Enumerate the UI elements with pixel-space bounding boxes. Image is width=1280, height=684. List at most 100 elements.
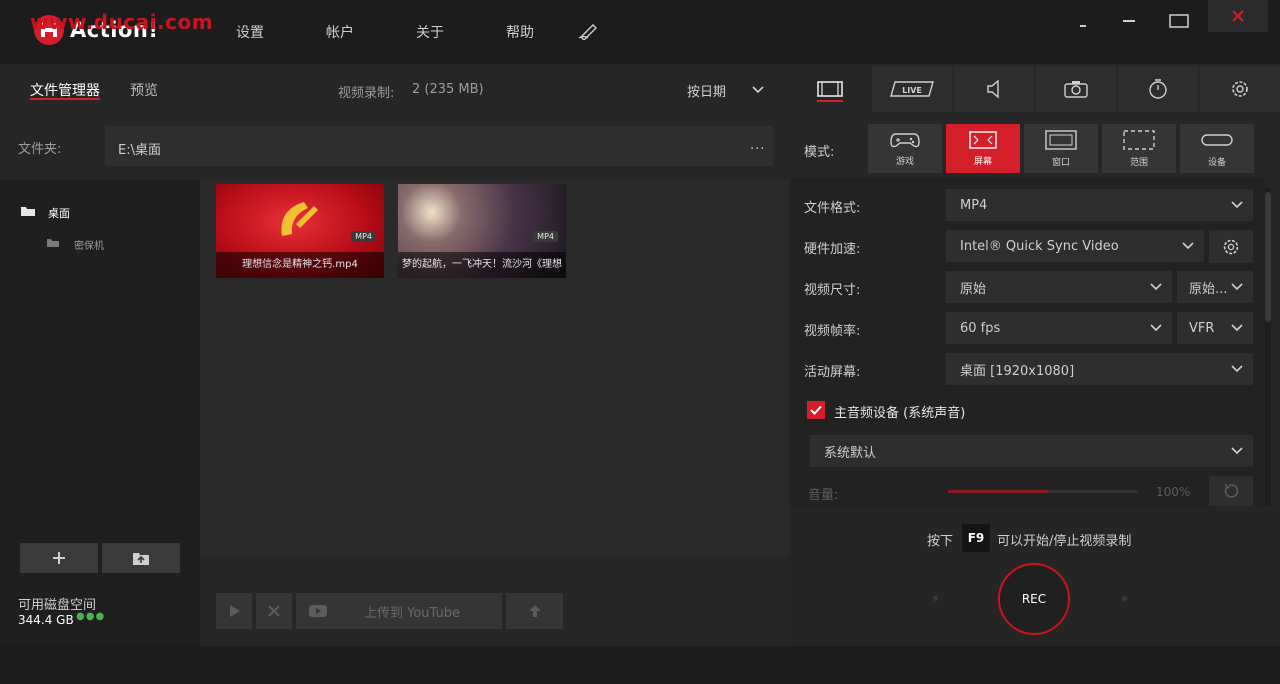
format-label: 文件格式:: [804, 201, 861, 216]
fps-select[interactable]: 60 fps: [946, 312, 1172, 344]
volume-label: 音量:: [808, 488, 839, 503]
tab-audio[interactable]: [954, 66, 1034, 112]
pen-icon[interactable]: [578, 22, 600, 40]
format-badge: MP4: [351, 231, 376, 242]
video-scale-select[interactable]: 原始...: [1177, 271, 1253, 303]
restore-button[interactable]: [1162, 8, 1196, 34]
mode-game-label: 游戏: [895, 157, 914, 167]
chevron-down-icon: [1182, 242, 1194, 250]
video-thumbnail[interactable]: MP4 理想信念是精神之钙.mp4: [216, 184, 384, 278]
hw-settings-button[interactable]: [1209, 230, 1253, 263]
tab-timer[interactable]: [1118, 66, 1198, 112]
scrollbar-thumb[interactable]: [1265, 192, 1271, 322]
play-icon: [230, 605, 240, 617]
delete-button[interactable]: [256, 593, 292, 629]
menu-about[interactable]: 关于: [416, 22, 444, 42]
fps-value: 60 fps: [960, 320, 1001, 336]
device-icon: [1201, 134, 1233, 146]
upload-icon: [528, 605, 541, 617]
hw-accel-select[interactable]: Intel® Quick Sync Video: [946, 230, 1204, 262]
active-tab-indicator: [817, 100, 843, 102]
minimize-icon: [1080, 25, 1086, 27]
emblem-icon: [281, 202, 318, 236]
upload-youtube-label: 上传到 YouTube: [364, 605, 460, 621]
mode-window-button[interactable]: 窗口: [1024, 124, 1098, 173]
close-icon: [1232, 10, 1244, 22]
format-badge: MP4: [533, 231, 558, 242]
tab-video[interactable]: [790, 66, 870, 112]
hw-accel-value: Intel® Quick Sync Video: [960, 238, 1119, 254]
tab-file-manager[interactable]: 文件管理器: [30, 80, 100, 100]
video-size-select[interactable]: 原始: [946, 271, 1172, 303]
window-icon: [1045, 130, 1077, 150]
record-button[interactable]: REC: [998, 563, 1070, 635]
fullscreen-icon: [969, 131, 997, 149]
audio-device-checkbox[interactable]: [807, 401, 825, 419]
mode-screen-label: 屏幕: [973, 157, 992, 167]
recordings-count: 2 (235 MB): [412, 82, 484, 97]
hotkey-badge: F9: [962, 524, 990, 552]
volume-reset-button[interactable]: [1209, 476, 1253, 506]
indicator-dot: [933, 596, 938, 601]
tab-preview[interactable]: 预览: [130, 80, 158, 100]
menu-help[interactable]: 帮助: [506, 22, 534, 42]
browse-folder-button[interactable]: ...: [750, 138, 765, 153]
video-size-label: 视频尺寸:: [804, 283, 861, 298]
minimize-button[interactable]: [1066, 8, 1100, 34]
mode-device-button[interactable]: 设备: [1180, 124, 1254, 173]
active-tab-indicator: [30, 98, 100, 100]
hint-prefix: 按下: [927, 534, 954, 549]
mode-game-button[interactable]: 游戏: [868, 124, 942, 173]
upload-button[interactable]: [506, 593, 563, 629]
folder-upload-button[interactable]: [102, 543, 180, 573]
play-button[interactable]: [216, 593, 252, 629]
maximize-button[interactable]: [1112, 8, 1146, 34]
add-folder-button[interactable]: [20, 543, 98, 573]
folder-path-field[interactable]: [105, 126, 773, 166]
active-screen-select[interactable]: 桌面 [1920x1080]: [946, 353, 1253, 385]
mode-window-label: 窗口: [1051, 158, 1070, 168]
video-thumbnail[interactable]: MP4 梦的起航，一飞冲天！流沙河《理想: [398, 184, 566, 278]
film-icon: [817, 81, 843, 97]
region-icon: [1123, 130, 1155, 150]
close-button[interactable]: [1208, 0, 1268, 32]
folder-upload-icon: [133, 553, 149, 565]
sort-dropdown[interactable]: 按日期: [687, 81, 726, 100]
x-icon: [268, 605, 280, 617]
upload-youtube-button[interactable]: 上传到 YouTube: [296, 593, 502, 629]
fps-mode-value: VFR: [1189, 320, 1215, 336]
tab-screenshot[interactable]: [1036, 66, 1116, 112]
chevron-down-icon: [1231, 283, 1243, 291]
video-caption: 理想信念是精神之钙.mp4: [216, 252, 384, 278]
chevron-down-icon: [1150, 283, 1162, 291]
audio-device-select[interactable]: 系统默认: [810, 435, 1253, 467]
video-caption: 梦的起航，一飞冲天！流沙河《理想: [398, 252, 566, 278]
chevron-down-icon: [1231, 447, 1243, 455]
mode-screen-button[interactable]: 屏幕: [946, 124, 1020, 173]
hint-suffix: 可以开始/停止视频录制: [997, 534, 1132, 549]
menu-settings[interactable]: 设置: [236, 22, 264, 42]
timer-icon: [1149, 79, 1167, 99]
folder-path-value: E:\桌面: [118, 143, 161, 158]
mode-label: 模式:: [804, 145, 835, 160]
folder-icon: [46, 237, 60, 248]
active-screen-label: 活动屏幕:: [804, 365, 861, 380]
mode-region-button[interactable]: 范围: [1102, 124, 1176, 173]
menu-account[interactable]: 帐户: [326, 22, 354, 42]
format-select[interactable]: MP4: [946, 189, 1253, 221]
chevron-down-icon: [1231, 201, 1243, 209]
gamepad-icon: [890, 133, 920, 148]
audio-device-value: 系统默认: [824, 445, 877, 461]
tree-item-subfolder[interactable]: 密保机: [74, 237, 104, 252]
live-icon: LIVE: [890, 81, 934, 97]
volume-slider-fill: [948, 490, 1047, 493]
tree-item-desktop[interactable]: 桌面: [48, 205, 70, 221]
tab-live[interactable]: LIVE: [872, 66, 952, 112]
active-screen-value: 桌面 [1920x1080]: [960, 363, 1075, 379]
folder-icon: [20, 205, 36, 217]
gear-icon: [1223, 239, 1239, 254]
fps-mode-select[interactable]: VFR: [1177, 312, 1253, 344]
disk-status-indicator: ●●●: [76, 611, 106, 622]
tab-settings[interactable]: [1200, 66, 1280, 112]
chevron-down-icon[interactable]: [752, 84, 764, 94]
